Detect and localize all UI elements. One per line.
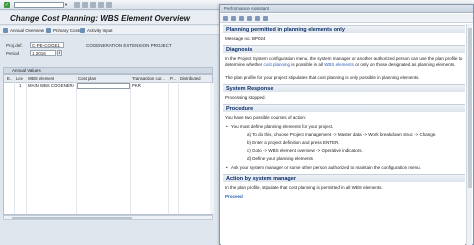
table-vertical-scrollbar[interactable] bbox=[210, 83, 214, 214]
technical-info-icon[interactable] bbox=[255, 16, 260, 21]
activity-input-icon bbox=[80, 28, 85, 33]
cost-planning-link[interactable]: cost planning bbox=[264, 62, 291, 67]
annual-values-header: Annual Values bbox=[3, 67, 213, 74]
settings-icon[interactable] bbox=[263, 16, 268, 21]
grid-line bbox=[76, 75, 77, 214]
exit-icon[interactable] bbox=[90, 2, 96, 8]
save-icon[interactable] bbox=[74, 2, 80, 8]
proj-def-label: Proj.def. bbox=[6, 43, 23, 48]
scrollbar-thumb[interactable] bbox=[12, 217, 132, 219]
command-field[interactable] bbox=[14, 2, 64, 8]
print-icon[interactable] bbox=[106, 2, 112, 8]
grid-line bbox=[26, 75, 27, 214]
procedure-section: Procedure bbox=[223, 104, 465, 112]
col-distributed[interactable]: Distributed bbox=[180, 75, 201, 83]
action-heading: Action by system manager bbox=[226, 176, 296, 182]
procedure-step: a) To do this, choose Project management… bbox=[247, 132, 437, 137]
col-level[interactable]: Lev bbox=[16, 75, 23, 83]
diagnosis-text-2: The plan profile for your project stipul… bbox=[225, 75, 420, 80]
system-response-text: Processing stopped. bbox=[225, 95, 266, 100]
wbs-elements-link[interactable]: WBS elements bbox=[324, 62, 354, 67]
col-transaction-currency[interactable]: Transaction cur... bbox=[132, 75, 165, 83]
procedure-option-2: Ask your system manager or some other pe… bbox=[226, 165, 461, 171]
primary-costs-button[interactable]: Primary Costs bbox=[46, 27, 81, 34]
system-response-heading: System Response bbox=[226, 86, 274, 92]
grid-line bbox=[130, 75, 131, 214]
table-horizontal-scrollbar[interactable] bbox=[3, 215, 213, 220]
forward-icon[interactable] bbox=[231, 16, 236, 21]
col-cost-plan[interactable]: Cost plan bbox=[78, 75, 96, 83]
diagnosis-text: In the Project System configuration menu… bbox=[225, 56, 463, 67]
grid-line bbox=[14, 75, 15, 214]
command-dropdown-icon[interactable]: ▼ bbox=[64, 2, 69, 8]
procedure-heading: Procedure bbox=[226, 106, 254, 112]
back-icon[interactable] bbox=[82, 2, 88, 8]
system-icons bbox=[74, 2, 114, 10]
assistant-title-bar: Performance Assistant bbox=[220, 5, 473, 13]
procedure-step: c) Goto -> WBS element overview -> Opera… bbox=[247, 148, 363, 153]
cell-currency: PKR bbox=[132, 83, 141, 88]
annual-values-table: E.. Lev WBS element Cost plan Transactio… bbox=[3, 74, 214, 215]
grid-line bbox=[178, 75, 179, 214]
heading-bar: Planning permitted in planning elements … bbox=[223, 25, 465, 33]
find-icon[interactable] bbox=[247, 16, 252, 21]
annual-overview-button[interactable]: Annual Overview bbox=[3, 27, 44, 34]
procedure-step: b) Enter a project definition and press … bbox=[247, 140, 340, 145]
assistant-vertical-scrollbar[interactable] bbox=[466, 24, 472, 245]
assistant-title: Performance Assistant bbox=[224, 6, 270, 11]
message-heading: Planning permitted in planning elements … bbox=[226, 27, 345, 33]
proj-description: COGENERATION EXTENSION PROJECT bbox=[86, 43, 172, 48]
cost-plan-input[interactable] bbox=[77, 83, 130, 89]
enter-check-icon[interactable]: ✓ bbox=[4, 2, 10, 8]
period-label: Period bbox=[6, 51, 20, 56]
diagnosis-text-part: or only on those designated as planning … bbox=[353, 61, 456, 67]
page-title: Change Cost Planning: WBS Element Overvi… bbox=[10, 14, 191, 23]
assistant-toolbar bbox=[220, 14, 473, 23]
procedure-option-1: You must define planning elements for yo… bbox=[226, 124, 461, 130]
primary-costs-icon bbox=[46, 28, 51, 33]
col-wbs-element[interactable]: WBS element bbox=[28, 75, 54, 83]
cell-level: 1 bbox=[19, 83, 22, 88]
diagnosis-text-part: is possible in all bbox=[290, 61, 325, 67]
activity-input-button[interactable]: Activity Input bbox=[80, 27, 113, 34]
col-e[interactable]: E.. bbox=[7, 75, 12, 83]
procedure-step: d) Define your planning elements bbox=[247, 156, 314, 161]
action-text: In the plan profile, stipulate that cost… bbox=[225, 185, 383, 190]
message-number: Message no. BP024 bbox=[225, 36, 266, 41]
table-header: E.. Lev WBS element Cost plan Transactio… bbox=[4, 75, 212, 83]
procedure-intro: You have two possible courses of action: bbox=[225, 115, 307, 120]
system-response-section: System Response bbox=[223, 84, 465, 92]
annual-overview-icon bbox=[3, 28, 8, 33]
period-field[interactable]: 1 2016 bbox=[30, 50, 56, 56]
diagnosis-section: Diagnosis bbox=[223, 45, 465, 53]
action-section: Action by system manager bbox=[223, 174, 465, 182]
proj-def-field[interactable]: C-PE-COGE1 bbox=[30, 42, 64, 48]
back-icon[interactable] bbox=[223, 16, 228, 21]
cell-wbs-element[interactable]: MAIN WBS COGENERA.. bbox=[28, 83, 74, 89]
cancel-icon[interactable] bbox=[98, 2, 104, 8]
scrollbar-thumb[interactable] bbox=[468, 28, 472, 188]
diagnosis-heading: Diagnosis bbox=[226, 47, 253, 53]
period-spinner[interactable]: ⇕ bbox=[57, 50, 62, 56]
print-icon[interactable] bbox=[239, 16, 244, 21]
col-p[interactable]: P... bbox=[170, 75, 176, 83]
assistant-content: Planning permitted in planning elements … bbox=[221, 24, 465, 245]
grid-line bbox=[168, 75, 169, 214]
proceed-link[interactable]: Proceed bbox=[225, 194, 463, 200]
performance-assistant-window: Performance Assistant Planning permitted… bbox=[219, 4, 474, 245]
